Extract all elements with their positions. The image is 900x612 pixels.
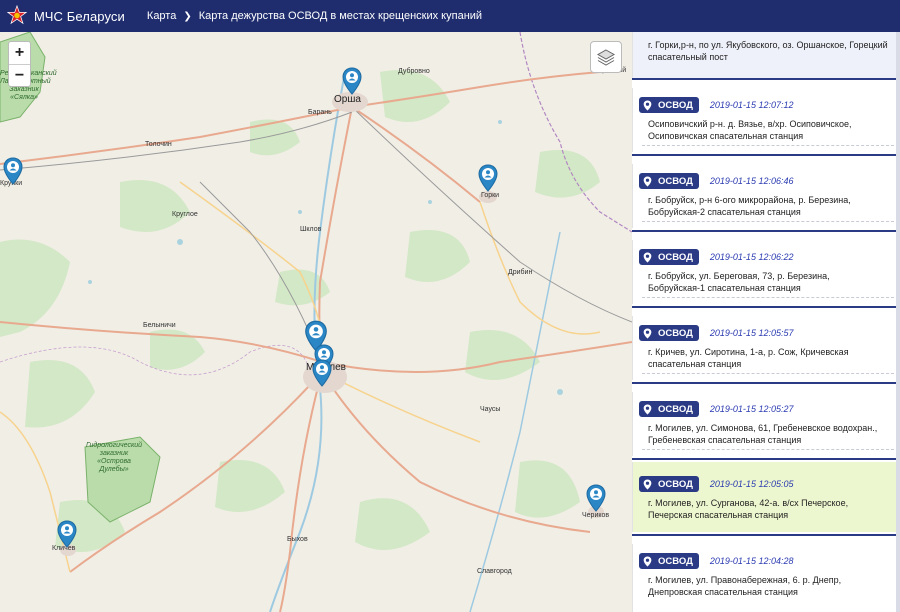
osvod-badge: ОСВОД [639,401,699,417]
breadcrumb: Карта ❯ Карта дежурства ОСВОД в местах к… [147,10,482,22]
map-label-belynichi: Белыничи [143,322,176,329]
event-timestamp: 2019-01-15 12:05:57 [709,328,794,338]
card-divider [632,534,896,536]
location-pin-icon [643,555,652,567]
map-label-chausy: Чаусы [480,406,501,413]
map-pin-icon [586,484,606,512]
card-divider [632,154,896,156]
event-card-text: г. Кричев, ул. Сиротина, 1-а, р. Сож, Кр… [648,347,849,369]
event-card[interactable]: ОСВОД 2019-01-15 12:04:28 г. Могилев, ул… [632,544,896,612]
location-pin-icon [643,403,652,415]
event-card-partial[interactable]: г. Горки,р-н, по ул. Якубовского, оз. Ор… [632,32,896,78]
event-card[interactable]: ОСВОД 2019-01-15 12:06:22 г. Бобруйск, у… [632,240,896,304]
map-label-cherikov: Чериков [582,512,610,519]
map-marker-orsha[interactable] [342,67,362,95]
sidebar-scrollbar[interactable] [896,32,900,612]
card-divider [632,230,896,232]
map-label-krugloe: Круглое [172,211,198,218]
breadcrumb-current-page: Карта дежурства ОСВОД в местах крещенски… [198,10,483,22]
event-card-text: г. Могилев, ул. Правонабережная, 6. р. Д… [648,575,842,597]
top-bar: МЧС Беларуси Карта ❯ Карта дежурства ОСВ… [0,0,900,32]
map-pin-icon [342,67,362,95]
map-label-reserve-dulyeby: Гидрологический заказник «Острова Дулебы… [85,442,143,473]
brand[interactable]: МЧС Беларуси [0,0,125,32]
location-pin-icon [643,327,652,339]
map-pin-icon [478,164,498,192]
breadcrumb-map-link[interactable]: Карта [147,10,176,22]
event-timestamp: 2019-01-15 12:07:12 [709,100,794,110]
location-pin-icon [643,99,652,111]
event-timestamp: 2019-01-15 12:06:46 [709,176,794,186]
event-card[interactable]: ОСВОД 2019-01-15 12:06:46 г. Бобруйск, р… [632,164,896,228]
zoom-in-button[interactable]: + [9,42,30,64]
event-timestamp: 2019-01-15 12:05:05 [709,479,794,489]
map-label-dribin: Дрибин [508,269,533,276]
event-card[interactable]: ОСВОД 2019-01-15 12:05:27 г. Могилев, ул… [632,392,896,456]
event-timestamp: 2019-01-15 12:05:27 [709,404,794,414]
event-card-text: Осиповичский р-н. д. Вязье, в/хр. Осипов… [648,119,852,141]
map-label-shklov: Шклов [300,226,322,233]
zoom-out-button[interactable]: − [9,64,30,86]
osvod-badge: ОСВОД [639,476,699,492]
osvod-badge: ОСВОД [639,325,699,341]
osvod-badge: ОСВОД [639,173,699,189]
card-divider [632,78,896,80]
map-label-tolochin: Толочин [145,141,172,148]
osvod-badge: ОСВОД [639,553,699,569]
map-marker-klichev[interactable] [57,520,77,548]
card-divider [632,382,896,384]
events-sidebar[interactable]: г. Горки,р-н, по ул. Якубовского, оз. Ор… [632,32,900,612]
brand-name: МЧС Беларуси [34,8,125,24]
map-pin-icon [3,157,23,185]
event-card-text: г. Могилев, ул. Сурганова, 42-а. в/сх Пе… [648,498,849,520]
map-canvas[interactable]: Орша Могилев Дубровно Барань Толочин Кру… [0,32,632,612]
chevron-right-icon: ❯ [183,10,192,22]
event-timestamp: 2019-01-15 12:04:28 [709,556,794,566]
map-pin-icon [312,359,332,387]
map-label-baran: Барань [308,109,332,116]
map-label-gorki: Горки [481,192,500,199]
osvod-badge: ОСВОД [639,97,699,113]
event-card[interactable]: ОСВОД 2019-01-15 12:05:57 г. Кричев, ул.… [632,316,896,380]
location-pin-icon [643,478,652,490]
map-pin-icon [57,520,77,548]
event-card-text: г. Могилев, ул. Симонова, 61, Гребеневск… [648,423,878,445]
mchs-logo-icon [6,5,28,25]
map-label-orsha: Орша [334,94,361,105]
map-marker-cherikov[interactable] [586,484,606,512]
layers-icon [596,49,616,66]
map-marker-krupki[interactable] [3,157,23,185]
event-card-text: г. Бобруйск, ул. Береговая, 73, р. Берез… [648,271,830,293]
card-divider [632,306,896,308]
event-card[interactable]: ОСВОД 2019-01-15 12:07:12 Осиповичский р… [632,88,896,152]
card-divider [632,458,896,460]
location-pin-icon [643,251,652,263]
event-card-selected[interactable]: ОСВОД 2019-01-15 12:05:05 г. Могилев, ул… [632,462,896,532]
event-timestamp: 2019-01-15 12:06:22 [709,252,794,262]
map-label-dubrovno: Дубровно [398,68,430,75]
map-marker-mogilev-3[interactable] [312,359,332,387]
event-card-text: г. Горки,р-н, по ул. Якубовского, оз. Ор… [648,40,888,62]
location-pin-icon [643,175,652,187]
zoom-control: + − [8,41,31,87]
event-card-text: г. Бобруйск, р-н 6-ого микрорайона, р. Б… [648,195,851,217]
map-marker-gorki[interactable] [478,164,498,192]
map-label-bykhov: Быхов [287,536,308,543]
layers-button[interactable] [590,41,622,73]
osvod-badge: ОСВОД [639,249,699,265]
map-label-slavgorod: Славгород [477,568,512,575]
